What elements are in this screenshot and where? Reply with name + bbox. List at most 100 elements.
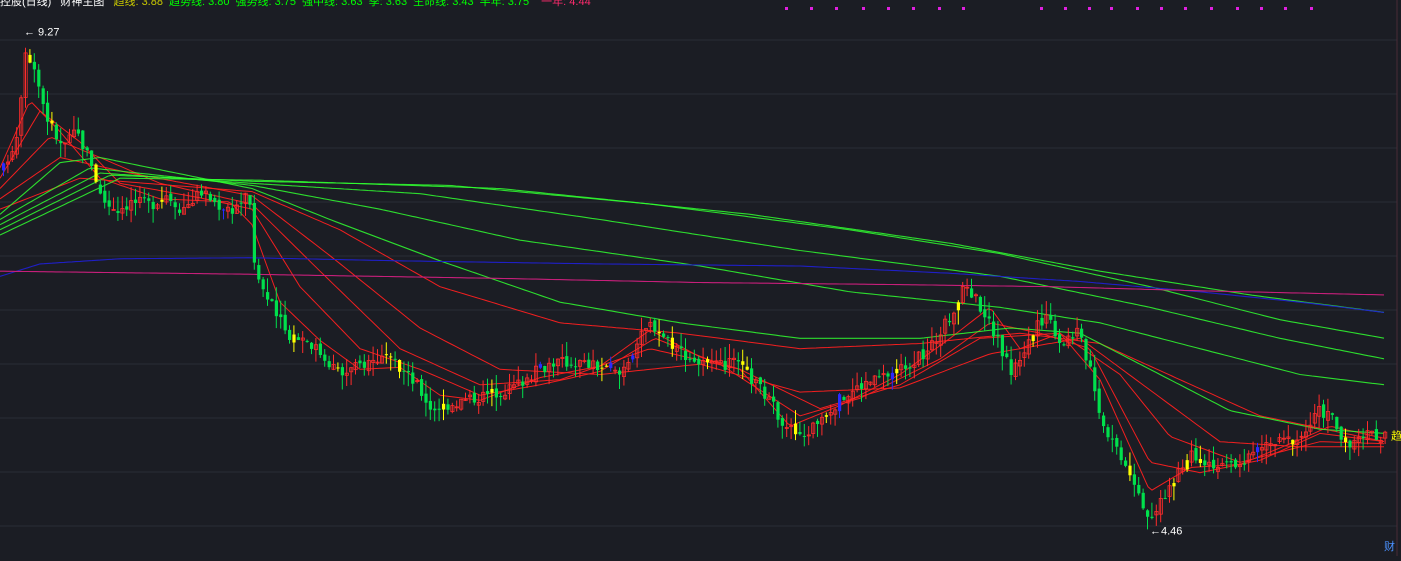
candle-body xyxy=(142,197,146,199)
candlestick-chart: ← 9.27 ←4.46 趋 xyxy=(0,0,1401,556)
candle-body xyxy=(741,361,745,365)
price-tag: 趋 xyxy=(1391,429,1401,442)
candle-body xyxy=(169,193,173,202)
candle-body xyxy=(1330,413,1334,415)
candle-body xyxy=(653,320,657,332)
candle-body xyxy=(178,209,182,213)
candle-body xyxy=(103,190,107,203)
candle-body xyxy=(824,415,828,417)
candle-body xyxy=(362,361,366,368)
candle-body xyxy=(318,343,322,355)
candle-body xyxy=(107,200,111,207)
signal-marker xyxy=(938,7,941,10)
candle-body xyxy=(81,130,85,150)
signal-marker xyxy=(1088,7,1091,10)
candle-body xyxy=(1000,334,1004,357)
candle-body xyxy=(46,102,50,122)
candle-body xyxy=(776,402,780,420)
candle-body xyxy=(886,373,890,377)
candle-body xyxy=(222,209,226,211)
candle-body xyxy=(41,88,45,105)
candle-body xyxy=(270,299,274,302)
signal-marker xyxy=(912,7,915,10)
candle-body xyxy=(340,367,344,376)
candles xyxy=(2,47,1388,530)
candle-body xyxy=(1071,337,1075,339)
candle-body xyxy=(32,61,36,70)
candle-body xyxy=(1229,461,1233,463)
signal-marker xyxy=(962,7,965,10)
signal-marker xyxy=(835,7,838,10)
candle-body xyxy=(679,346,683,349)
candle-body xyxy=(657,331,661,334)
candle-body xyxy=(50,120,54,124)
candle-body xyxy=(288,329,292,340)
min-price-label: ←4.46 xyxy=(1150,525,1182,537)
candle-body xyxy=(996,334,1000,337)
candle-body xyxy=(296,337,300,340)
candle-body xyxy=(1212,459,1216,469)
candle-body xyxy=(239,202,243,204)
candle-body xyxy=(670,337,674,349)
candle-body xyxy=(437,408,441,410)
candle-body xyxy=(706,359,710,363)
candle-body xyxy=(1137,484,1141,494)
candle-body xyxy=(248,195,252,205)
candle-body xyxy=(310,342,314,349)
candle-body xyxy=(411,372,415,384)
ma-line-trend xyxy=(0,156,1385,434)
candle-body xyxy=(1049,315,1053,320)
candle-body xyxy=(446,404,450,410)
candle-body xyxy=(499,396,503,398)
candle-body xyxy=(266,292,270,300)
candle-body xyxy=(1291,439,1295,445)
candle-body xyxy=(838,394,842,412)
candle-body xyxy=(956,302,960,311)
candle-body xyxy=(1256,447,1260,453)
candle-body xyxy=(1009,359,1013,376)
candle-body xyxy=(1146,510,1150,517)
right-tab[interactable]: 财 xyxy=(1384,538,1395,554)
candle-body xyxy=(666,337,670,339)
signal-marker xyxy=(887,7,890,10)
candle-body xyxy=(609,362,613,368)
candle-body xyxy=(1339,426,1343,440)
candle-body xyxy=(402,370,406,372)
candle-body xyxy=(992,321,996,337)
candle-body xyxy=(393,358,397,360)
candle-body xyxy=(1203,460,1207,466)
candle-body xyxy=(1198,459,1202,463)
candle-body xyxy=(618,370,622,375)
candle-body xyxy=(76,129,80,134)
candle-body xyxy=(151,201,155,210)
candle-body xyxy=(1172,483,1176,487)
candle-body xyxy=(600,367,604,369)
candle-body xyxy=(692,357,696,362)
candle-body xyxy=(1124,460,1128,466)
candle-body xyxy=(890,372,894,380)
signal-marker xyxy=(1210,7,1213,10)
candle-body xyxy=(279,314,283,318)
candle-body xyxy=(230,208,234,214)
candle-body xyxy=(736,360,740,362)
signal-marker xyxy=(1260,7,1263,10)
candle-body xyxy=(1322,404,1326,418)
candle-body xyxy=(1185,460,1189,470)
candle-body xyxy=(1344,437,1348,443)
candle-body xyxy=(758,377,762,385)
candle-body xyxy=(1348,440,1352,448)
candle-body xyxy=(521,381,525,386)
candle-body xyxy=(1084,338,1088,361)
candle-body xyxy=(428,400,432,410)
candle-body xyxy=(543,365,547,373)
signal-marker xyxy=(1236,7,1239,10)
signal-marker xyxy=(810,7,813,10)
candle-body xyxy=(433,408,437,411)
indicator-name: 财神主图 xyxy=(60,0,105,8)
candle-body xyxy=(274,300,278,317)
candle-body xyxy=(877,376,881,378)
signal-marker xyxy=(862,7,865,10)
candle-body xyxy=(908,367,912,369)
indicator-value-8: 一年: 4.44 xyxy=(541,0,591,8)
candle-body xyxy=(552,363,556,367)
